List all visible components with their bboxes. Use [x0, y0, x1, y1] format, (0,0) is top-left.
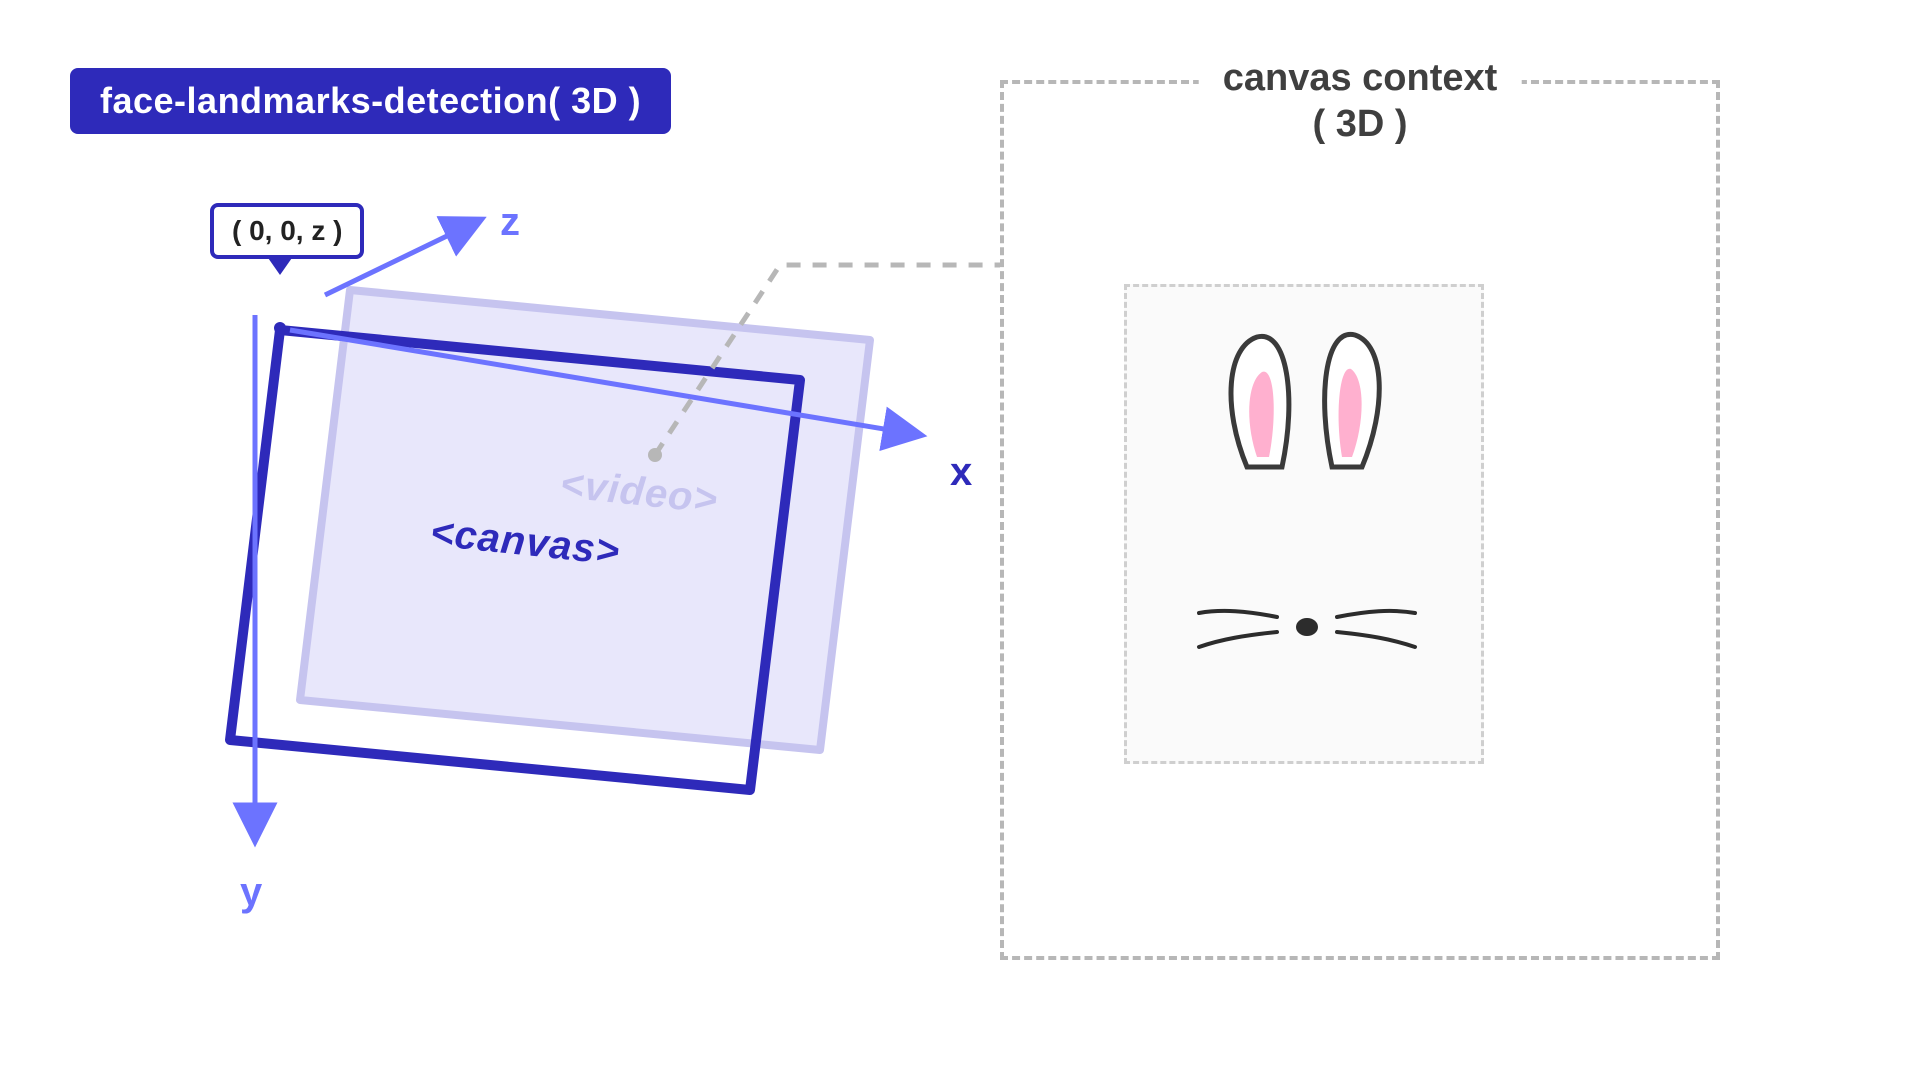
- canvas-context-title-line1: canvas context: [1223, 57, 1498, 99]
- canvas-context-panel: canvas context ( 3D ): [1000, 80, 1720, 960]
- axis-z-label: z: [500, 200, 520, 245]
- left-3d-scene: ( 0, 0, z ) x y z <video> <canvas>: [100, 200, 1000, 900]
- canvas-context-title: canvas context ( 3D ): [1199, 56, 1522, 147]
- canvas-context-inner: [1124, 284, 1484, 764]
- canvas-context-frame: canvas context ( 3D ): [1000, 80, 1720, 960]
- title-badge: face-landmarks-detection( 3D ): [70, 68, 671, 134]
- axis-x-label: x: [950, 450, 972, 495]
- axis-y-label: y: [240, 870, 262, 915]
- bunny-overlay-icon: [1127, 287, 1487, 767]
- canvas-context-title-line2: ( 3D ): [1223, 102, 1498, 148]
- origin-label: ( 0, 0, z ): [210, 203, 364, 259]
